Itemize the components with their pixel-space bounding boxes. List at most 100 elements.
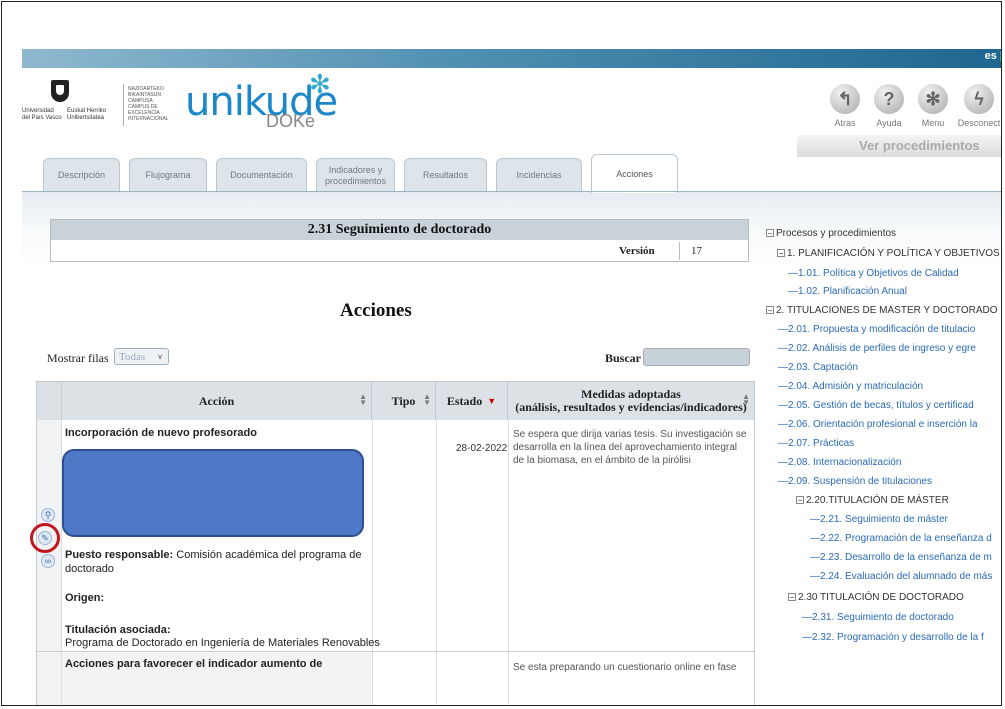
doke-subbrand: DOKe [266,111,316,131]
tree-label: 2.04. Admisión y matriculación [788,381,924,392]
help-icon: ? [874,84,904,114]
tree-item-2-21[interactable]: —2.21. Seguimiento de máster [810,510,948,530]
upv-shield-icon [51,80,69,102]
col-divider [508,420,509,705]
upv-logo[interactable]: Universidad del País Vasco Euskal Herrik… [22,80,112,130]
tab-underline [22,191,1001,192]
upv-name-es: Universidad del País Vasco [22,108,62,121]
sort-desc-icon[interactable]: ▼ [487,395,496,408]
tree-label: 1.02. Planificación Anual [798,286,907,297]
tab-documentacion[interactable]: Documentación [216,158,307,192]
tab-indicadores[interactable]: Indicadores y procedimientos [316,158,395,192]
view-magnifier-icon[interactable]: ⚲ [41,508,55,522]
help-button[interactable]: ? Ayuda [866,84,912,128]
tree-label: 2.30 TITULACIÓN DE DOCTORADO [798,592,964,603]
row1-titulacion-value: Programa de Doctorado en Ingeniería de M… [65,637,380,649]
tree-item-2-23[interactable]: —2.23. Desarrollo de la enseñanza de m [810,548,992,568]
version-divider [679,242,680,260]
tree-node-2[interactable]: −2. TITULACIONES DE MASTER Y DOCTORADO [766,301,998,321]
attach-icon[interactable]: ∞ [41,554,55,568]
sort-icon[interactable]: ▲ ▼ [359,393,367,407]
back-arrow-icon: ↰ [830,84,860,114]
tree-node-2-20[interactable]: −2.20.TITULACIÓN DE MÁSTER [796,491,949,511]
tree-label: 2.02. Análisis de perfiles de ingreso y … [788,343,976,354]
collapse-icon[interactable]: − [777,249,785,258]
collapse-icon[interactable]: − [766,229,774,238]
language-selector[interactable]: es | [985,50,1001,62]
col-accion-label: Acción [198,393,235,408]
actions-table: Acción ▲ ▼ Tipo ▲ ▼ Estado ▼ Medidas adopt… [36,381,755,705]
search-label: Buscar [605,351,641,365]
col-divider [436,420,437,705]
responsable-label: Puesto responsable: [65,549,174,561]
row1-fecha: 28-02-2022 [456,443,508,454]
col-header-estado[interactable]: Estado ▼ [436,382,508,420]
col-medidas-label: Medidas adoptadas (análisis, resultados y… [515,388,747,414]
col-header-medidas[interactable]: Medidas adoptadas (análisis, resultados y… [508,382,754,420]
tree-label: 2.01. Propuesta y modificación de titula… [788,324,976,335]
tree-label: 2.21. Seguimiento de máster [820,514,948,525]
tree-root[interactable]: − Procesos y procedimientos [766,224,896,244]
tree-item-2-03[interactable]: —2.03. Captación [778,358,858,378]
collapse-icon[interactable]: − [788,593,796,602]
col-divider [372,420,373,705]
tree-node-1[interactable]: −1. PLANIFICACIÓN Y POLÍTICA Y OBJETIVOS [777,244,1000,264]
tab-flujograma[interactable]: Flujograma [129,158,207,192]
tree-item-1-02[interactable]: —1.02. Planificación Anual [788,282,907,302]
row1-medidas: Se espera que dirija varias tesis. Su in… [513,429,747,466]
tree-label: 2.08. Internacionalización [788,457,902,468]
tab-incidencias[interactable]: Incidencias [496,158,582,192]
tree-node-2-30[interactable]: −2.30 TITULACIÓN DE DOCTORADO [788,588,964,608]
show-rows-value: Todas [119,351,146,363]
version-label: Versión [619,245,655,257]
row1-title[interactable]: Incorporación de nuevo profesorado [65,426,257,440]
tree-item-2-05[interactable]: —2.05. Gestión de becas, títulos y certi… [778,396,974,416]
tree-item-2-01[interactable]: —2.01. Propuesta y modificación de titul… [778,320,975,340]
sort-icon[interactable]: ▲ ▼ [742,393,750,407]
tab-descripcion[interactable]: Descripción [43,158,120,192]
tree-item-2-06[interactable]: —2.06. Orientación profesional e inserci… [778,415,978,435]
tree-item-2-09[interactable]: —2.09. Suspensión de titulaciones [778,472,932,492]
back-button[interactable]: ↰ Atras [822,84,868,128]
tree-item-2-22[interactable]: —2.22. Programación de la enseñanza d [810,529,992,549]
back-label: Atras [834,118,856,128]
sort-icon[interactable]: ▲ ▼ [423,393,431,407]
show-rows-label: Mostrar filas [47,351,109,365]
logout-button[interactable]: ϟ Desconect [956,84,1001,128]
edit-highlight-circle [30,523,60,553]
brand-asterisk-icon: ✻ [309,69,331,99]
medidas-subtitle: (análisis, resultados y evidencias/indic… [515,400,747,414]
tree-item-2-07[interactable]: —2.07. Prácticas [778,434,854,454]
menu-button[interactable]: ✻ Menu [910,84,956,128]
screenshot-frame: es | Universidad del País Vasco Euskal H… [1,1,1002,706]
tree-item-2-02[interactable]: —2.02. Análisis de perfiles de ingreso y… [778,339,976,359]
show-rows-select[interactable]: Todas ∨ [114,348,169,365]
tree-label: 2.20.TITULACIÓN DE MÁSTER [806,495,949,506]
tree-label: 2.31. Seguimiento de doctorado [812,612,954,623]
tab-resultados[interactable]: Resultados [404,158,487,192]
version-number: 17 [691,245,702,257]
top-nav: ↰ Atras ? Ayuda ✻ Menu ϟ Desconect [822,84,1001,134]
tab-acciones[interactable]: Acciones [591,154,678,193]
col-header-accion[interactable]: Acción ▲ ▼ [62,382,372,420]
col-header-tipo[interactable]: Tipo ▲ ▼ [372,382,436,420]
tree-item-2-31[interactable]: —2.31. Seguimiento de doctorado [802,608,954,628]
menu-label: Menu [921,118,945,128]
tree-label: 2.32. Programación y desarrollo de la f [812,632,984,643]
tree-root-label: Procesos y procedimientos [776,228,897,239]
tree-label: 1. PLANIFICACIÓN Y POLÍTICA Y OBJETIVOS [787,248,1000,259]
tree-item-2-32[interactable]: —2.32. Programación y desarrollo de la f [802,628,984,648]
col-estado-label: Estado [446,393,483,408]
chevron-down-icon: ∨ [157,352,163,361]
tree-item-2-24[interactable]: —2.24. Evaluación del alumnado de más [810,567,992,587]
tree-item-2-08[interactable]: —2.08. Internacionalización [778,453,901,473]
search-input[interactable] [643,348,750,366]
tab-bar: Descripción Flujograma Documentación Ind… [22,150,1001,193]
tree-label: 2.23. Desarrollo de la enseñanza de m [820,552,992,563]
collapse-icon[interactable]: − [766,306,774,315]
collapse-icon[interactable]: − [796,496,804,505]
tree-item-1-01[interactable]: —1.01. Política y Objetivos de Calidad [788,264,959,284]
tree-item-2-04[interactable]: —2.04. Admisión y matriculación [778,377,923,397]
tree-label: 2.06. Orientación profesional e inserció… [788,419,978,430]
row2-title[interactable]: Acciones para favorecer el indicador aum… [65,657,322,671]
